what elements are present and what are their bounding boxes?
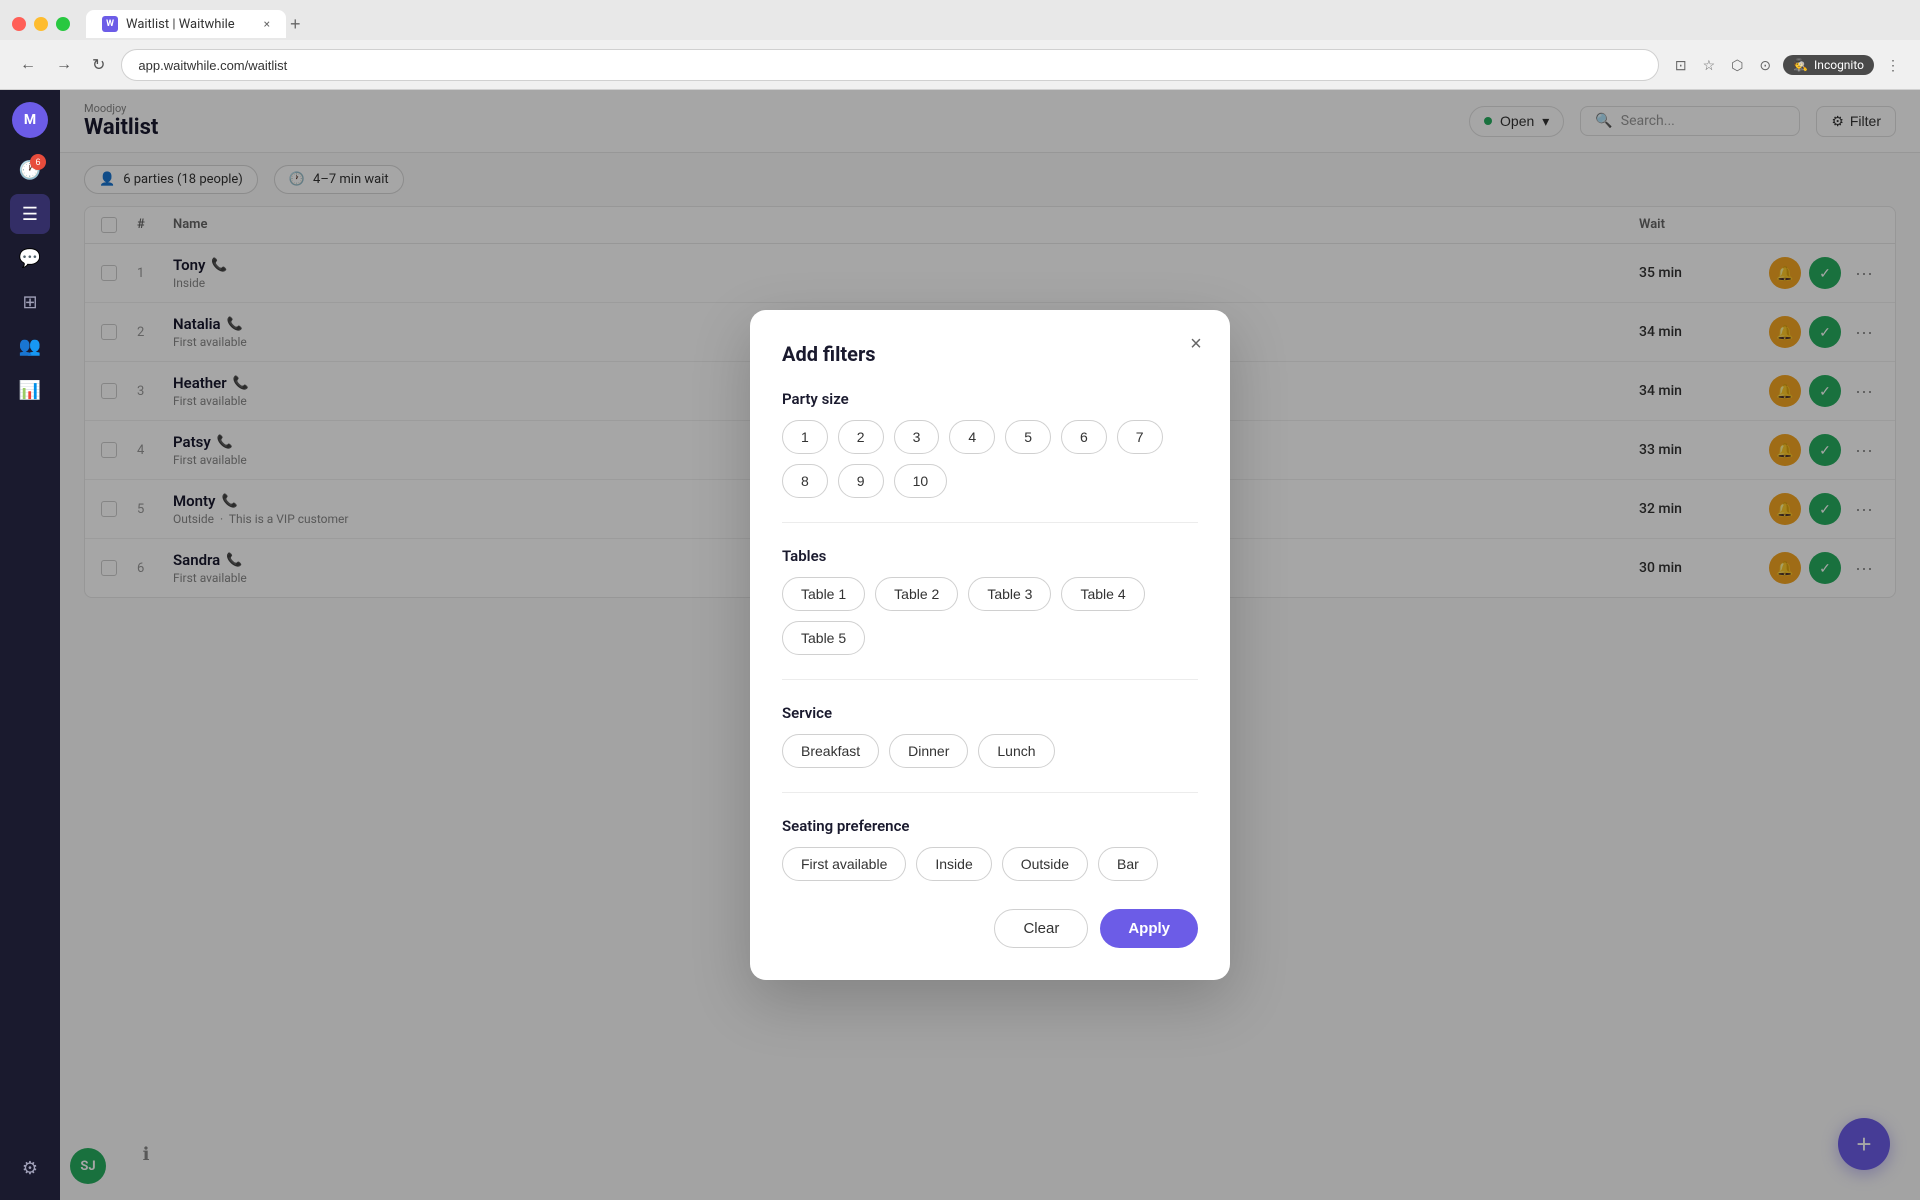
add-filters-modal: Add filters × Party size 1 2 3 4 5 6 7 8… xyxy=(750,310,1230,980)
address-bar: ← → ↻ ⊡ ☆ ⬡ ⊙ 🕵 Incognito ⋮ xyxy=(0,40,1920,90)
tables-label: Tables xyxy=(782,547,1198,565)
browser-icons: ⊡ ☆ ⬡ ⊙ 🕵 Incognito ⋮ xyxy=(1671,53,1904,78)
back-button[interactable]: ← xyxy=(16,52,40,78)
seating-pills: First available Inside Outside Bar xyxy=(782,847,1198,881)
modal-close-button[interactable]: × xyxy=(1182,330,1210,358)
forward-button[interactable]: → xyxy=(52,52,76,78)
seating-outside[interactable]: Outside xyxy=(1002,847,1088,881)
service-label: Service xyxy=(782,704,1198,722)
party-size-7[interactable]: 7 xyxy=(1117,420,1163,454)
incognito-badge: 🕵 Incognito xyxy=(1783,55,1874,75)
party-size-section: Party size 1 2 3 4 5 6 7 8 9 10 xyxy=(782,390,1198,498)
main-content: Moodjoy Waitlist Open ▾ 🔍 Search... ⚙ Fi… xyxy=(60,90,1920,1200)
sidebar-item-clock[interactable]: 🕐 6 xyxy=(10,150,50,190)
service-lunch[interactable]: Lunch xyxy=(978,734,1054,768)
app-layout: M 🕐 6 ☰ 💬 ⊞ 👥 📊 ⚙ Moodjoy Waitlist Open … xyxy=(0,90,1920,1200)
party-size-label: Party size xyxy=(782,390,1198,408)
service-breakfast[interactable]: Breakfast xyxy=(782,734,879,768)
seating-first-available[interactable]: First available xyxy=(782,847,906,881)
party-size-6[interactable]: 6 xyxy=(1061,420,1107,454)
sidebar-item-users[interactable]: 👥 xyxy=(10,326,50,366)
sidebar-item-chat[interactable]: 💬 xyxy=(10,238,50,278)
party-size-3[interactable]: 3 xyxy=(894,420,940,454)
divider-3 xyxy=(782,792,1198,793)
menu-button[interactable]: ⋮ xyxy=(1882,53,1904,78)
party-size-pills: 1 2 3 4 5 6 7 8 9 10 xyxy=(782,420,1198,498)
divider-2 xyxy=(782,679,1198,680)
sidebar-badge: 6 xyxy=(30,154,46,170)
incognito-label: Incognito xyxy=(1814,58,1864,72)
extensions-icon[interactable]: ⬡ xyxy=(1727,53,1747,78)
tables-section: Tables Table 1 Table 2 Table 3 Table 4 T… xyxy=(782,547,1198,655)
tab-label: Waitlist | Waitwhile xyxy=(126,17,235,32)
screen-cast-icon[interactable]: ⊡ xyxy=(1671,53,1691,78)
sidebar-item-chart[interactable]: 📊 xyxy=(10,370,50,410)
apply-button[interactable]: Apply xyxy=(1100,909,1198,948)
new-tab-button[interactable]: + xyxy=(290,14,301,35)
bookmark-icon[interactable]: ☆ xyxy=(1699,53,1720,78)
party-size-8[interactable]: 8 xyxy=(782,464,828,498)
party-size-1[interactable]: 1 xyxy=(782,420,828,454)
modal-overlay: Add filters × Party size 1 2 3 4 5 6 7 8… xyxy=(60,90,1920,1200)
incognito-icon: 🕵 xyxy=(1793,58,1808,72)
window-controls[interactable] xyxy=(12,17,70,31)
table-1-pill[interactable]: Table 1 xyxy=(782,577,865,611)
table-5-pill[interactable]: Table 5 xyxy=(782,621,865,655)
modal-title: Add filters xyxy=(782,342,1198,366)
browser-chrome: W Waitlist | Waitwhile × + ← → ↻ ⊡ ☆ ⬡ ⊙… xyxy=(0,0,1920,90)
sidebar-item-list[interactable]: ☰ xyxy=(10,194,50,234)
sidebar-narrow: M 🕐 6 ☰ 💬 ⊞ 👥 📊 ⚙ xyxy=(0,90,60,1200)
address-input[interactable] xyxy=(121,49,1658,81)
sidebar-item-settings[interactable]: ⚙ xyxy=(10,1148,50,1188)
sidebar-bottom: ⚙ xyxy=(10,1148,50,1188)
reload-button[interactable]: ↻ xyxy=(88,51,109,79)
party-size-4[interactable]: 4 xyxy=(949,420,995,454)
party-size-9[interactable]: 9 xyxy=(838,464,884,498)
service-section: Service Breakfast Dinner Lunch xyxy=(782,704,1198,768)
party-size-10[interactable]: 10 xyxy=(894,464,948,498)
table-3-pill[interactable]: Table 3 xyxy=(968,577,1051,611)
service-dinner[interactable]: Dinner xyxy=(889,734,968,768)
table-4-pill[interactable]: Table 4 xyxy=(1061,577,1144,611)
modal-footer: Clear Apply xyxy=(782,905,1198,948)
divider-1 xyxy=(782,522,1198,523)
tab-favicon: W xyxy=(102,16,118,32)
service-pills: Breakfast Dinner Lunch xyxy=(782,734,1198,768)
table-2-pill[interactable]: Table 2 xyxy=(875,577,958,611)
sidebar-org-avatar: M xyxy=(12,102,48,138)
tab-close-button[interactable]: × xyxy=(264,17,270,31)
profile-icon[interactable]: ⊙ xyxy=(1755,53,1775,78)
seating-label: Seating preference xyxy=(782,817,1198,835)
seating-inside[interactable]: Inside xyxy=(916,847,991,881)
party-size-5[interactable]: 5 xyxy=(1005,420,1051,454)
clear-button[interactable]: Clear xyxy=(994,909,1088,948)
sidebar-item-grid[interactable]: ⊞ xyxy=(10,282,50,322)
minimize-window-button[interactable] xyxy=(34,17,48,31)
seating-section: Seating preference First available Insid… xyxy=(782,817,1198,881)
party-size-2[interactable]: 2 xyxy=(838,420,884,454)
seating-bar[interactable]: Bar xyxy=(1098,847,1158,881)
browser-tab[interactable]: W Waitlist | Waitwhile × xyxy=(86,10,286,38)
maximize-window-button[interactable] xyxy=(56,17,70,31)
close-window-button[interactable] xyxy=(12,17,26,31)
tab-bar: W Waitlist | Waitwhile × + xyxy=(0,0,1920,40)
tables-pills: Table 1 Table 2 Table 3 Table 4 Table 5 xyxy=(782,577,1198,655)
